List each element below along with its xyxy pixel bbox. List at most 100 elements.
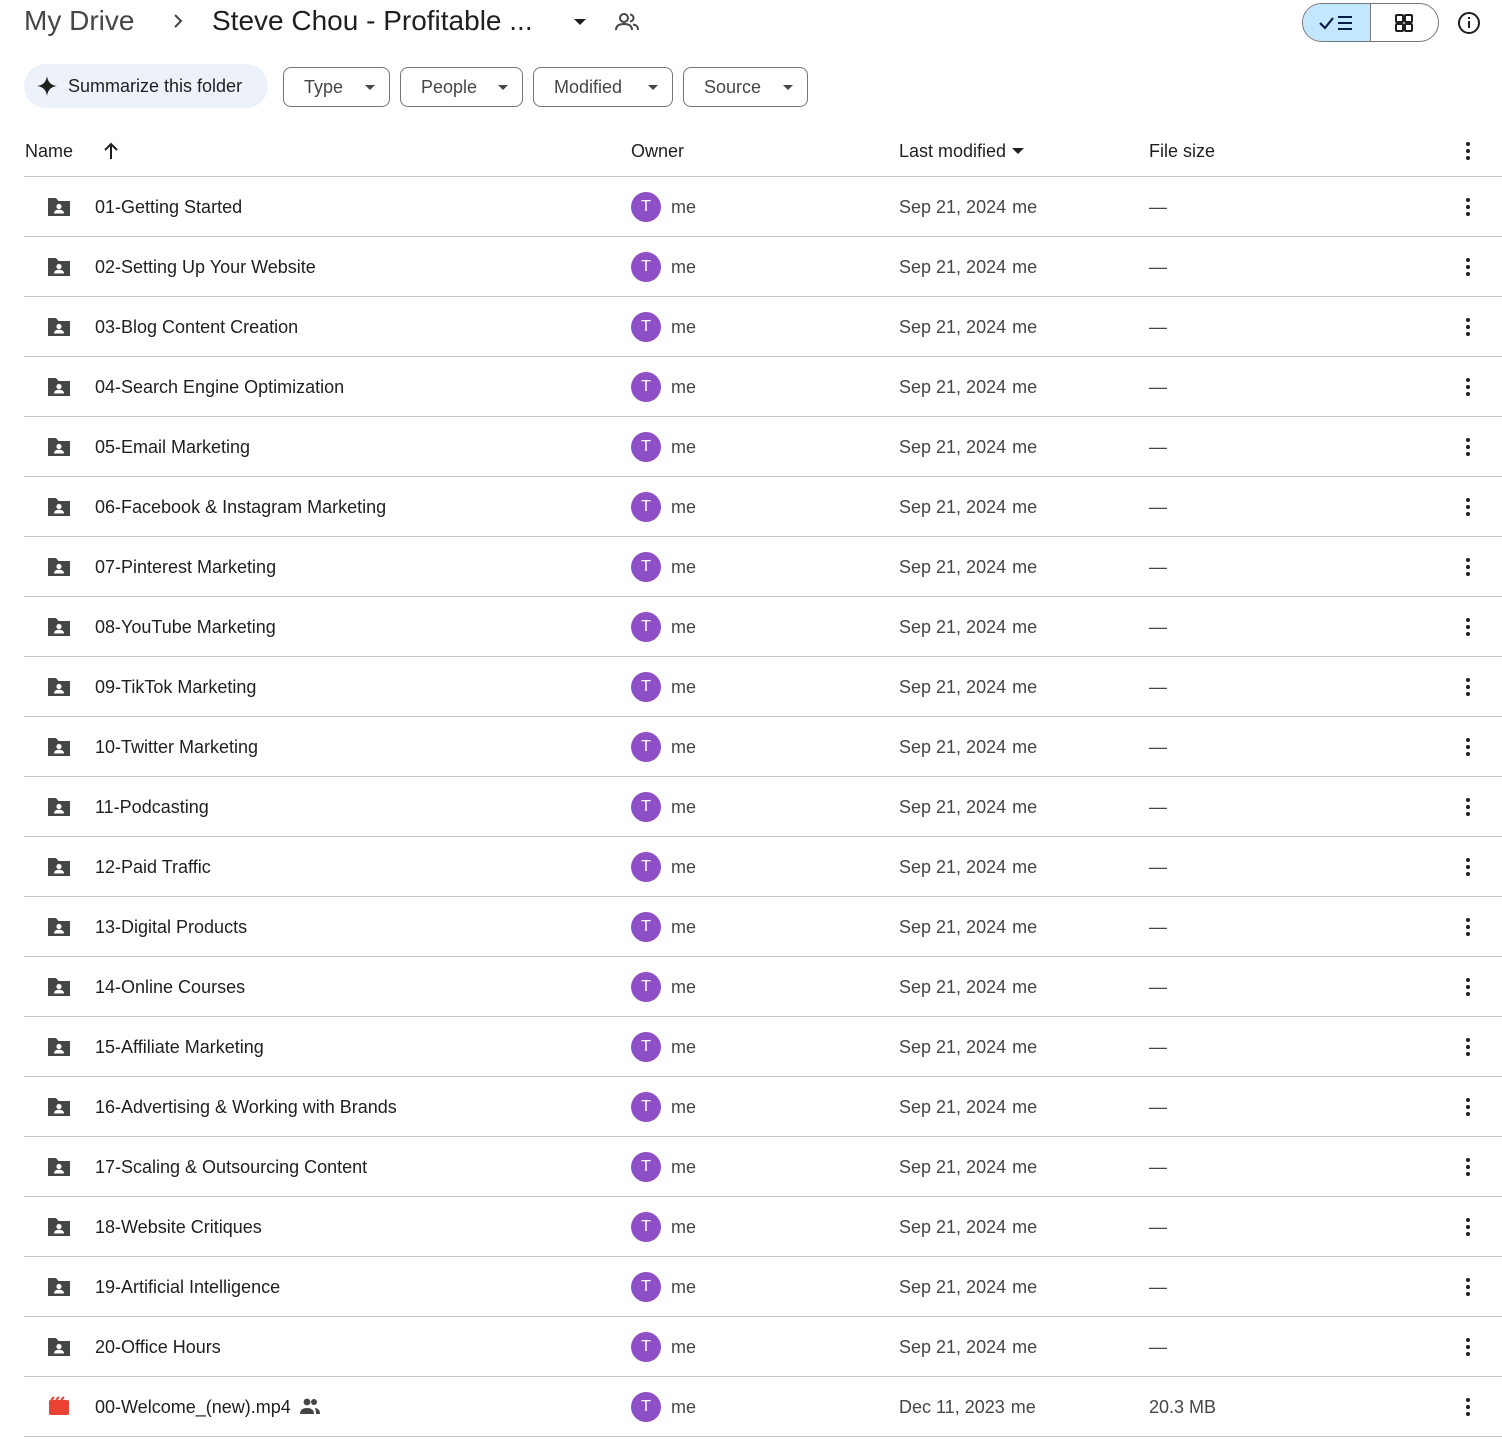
info-icon[interactable] xyxy=(1456,10,1482,36)
modified-by: me xyxy=(1012,797,1038,817)
more-vert-icon[interactable] xyxy=(1456,915,1480,939)
modified-date: Sep 21, 2024 xyxy=(899,1097,1007,1117)
owner-name: me xyxy=(671,377,697,397)
file-name-text: 11-Podcasting xyxy=(95,797,209,817)
modified-by: me xyxy=(1012,557,1038,577)
table-row-5[interactable]: 05-Email Marketing T me Sep 21, 2024 me — xyxy=(24,417,1502,477)
modified-by: me xyxy=(1012,497,1038,517)
more-vert-icon[interactable] xyxy=(1456,735,1480,759)
more-vert-icon[interactable] xyxy=(1456,1155,1480,1179)
file-size: 20.3 MB xyxy=(1149,1397,1217,1417)
grid-view-button[interactable] xyxy=(1371,4,1439,41)
owner-name: me xyxy=(671,1157,697,1177)
more-vert-icon[interactable] xyxy=(1456,495,1480,519)
chevron-right-icon xyxy=(174,14,183,28)
more-vert-icon[interactable] xyxy=(1456,255,1480,279)
file-name: 09-TikTok Marketing xyxy=(95,676,256,698)
table-row-20[interactable]: 20-Office Hours T me Sep 21, 2024 me — xyxy=(24,1317,1502,1377)
table-row-6[interactable]: 06-Facebook & Instagram Marketing T me S… xyxy=(24,477,1502,537)
avatar: T xyxy=(631,252,661,282)
table-row-4[interactable]: 04-Search Engine Optimization T me Sep 2… xyxy=(24,357,1502,417)
avatar: T xyxy=(631,492,661,522)
more-vert-icon[interactable] xyxy=(1456,675,1480,699)
last-modified: Sep 21, 2024 me xyxy=(899,796,1037,818)
sort-down-icon xyxy=(1012,148,1025,154)
table-row-10[interactable]: 10-Twitter Marketing T me Sep 21, 2024 me… xyxy=(24,717,1502,777)
file-name: 02-Setting Up Your Website xyxy=(95,256,316,278)
breadcrumb-current-folder[interactable]: Steve Chou - Profitable ... xyxy=(212,4,533,38)
modified-date: Sep 21, 2024 xyxy=(899,917,1007,937)
table-row-12[interactable]: 12-Paid Traffic T me Sep 21, 2024 me — xyxy=(24,837,1502,897)
table-row-19[interactable]: 19-Artificial Intelligence T me Sep 21, … xyxy=(24,1257,1502,1317)
table-row-18[interactable]: 18-Website Critiques T me Sep 21, 2024 me… xyxy=(24,1197,1502,1257)
table-row-11[interactable]: 11-Podcasting T me Sep 21, 2024 me — xyxy=(24,777,1502,837)
modified-by: me xyxy=(1010,1397,1036,1417)
more-vert-icon[interactable] xyxy=(1456,375,1480,399)
table-row-21[interactable]: 00-Welcome_(new).mp4 T me Dec 11, 2023 me… xyxy=(24,1377,1502,1437)
modified-by: me xyxy=(1012,1097,1038,1117)
breadcrumb-my-drive[interactable]: My Drive xyxy=(24,4,134,38)
shared-folder-icon xyxy=(48,378,70,396)
more-vert-icon[interactable] xyxy=(1456,1395,1480,1419)
shared-people-icon[interactable] xyxy=(614,9,640,35)
table-row-8[interactable]: 08-YouTube Marketing T me Sep 21, 2024 me… xyxy=(24,597,1502,657)
people-filter-chip[interactable]: People xyxy=(400,67,523,107)
more-vert-icon[interactable] xyxy=(1456,315,1480,339)
owner-name: me xyxy=(671,677,697,697)
last-modified: Sep 21, 2024 me xyxy=(899,736,1037,758)
more-vert-icon[interactable] xyxy=(1456,615,1480,639)
file-size: — xyxy=(1149,797,1167,817)
more-vert-icon[interactable] xyxy=(1456,1275,1480,1299)
more-vert-icon[interactable] xyxy=(1456,139,1480,163)
avatar: T xyxy=(631,852,661,882)
table-row-9[interactable]: 09-TikTok Marketing T me Sep 21, 2024 me … xyxy=(24,657,1502,717)
list-view-button[interactable] xyxy=(1303,4,1371,41)
table-row-13[interactable]: 13-Digital Products T me Sep 21, 2024 me … xyxy=(24,897,1502,957)
table-row-7[interactable]: 07-Pinterest Marketing T me Sep 21, 2024… xyxy=(24,537,1502,597)
more-vert-icon[interactable] xyxy=(1456,435,1480,459)
more-vert-icon[interactable] xyxy=(1456,1215,1480,1239)
avatar: T xyxy=(631,1332,661,1362)
table-row-3[interactable]: 03-Blog Content Creation T me Sep 21, 20… xyxy=(24,297,1502,357)
table-row-15[interactable]: 15-Affiliate Marketing T me Sep 21, 2024… xyxy=(24,1017,1502,1077)
column-name[interactable]: Name xyxy=(25,140,73,162)
shared-folder-icon xyxy=(48,978,70,996)
table-row-17[interactable]: 17-Scaling & Outsourcing Content T me Se… xyxy=(24,1137,1502,1197)
table-row-2[interactable]: 02-Setting Up Your Website T me Sep 21, … xyxy=(24,237,1502,297)
summarize-folder-button[interactable]: Summarize this folder xyxy=(24,64,268,108)
modified-filter-chip[interactable]: Modified xyxy=(533,67,673,107)
column-last-modified[interactable]: Last modified xyxy=(899,140,1025,162)
caret-down-icon[interactable] xyxy=(568,10,592,34)
table-row-14[interactable]: 14-Online Courses T me Sep 21, 2024 me — xyxy=(24,957,1502,1017)
modified-filter-label: Modified xyxy=(554,76,623,97)
caret-down-icon xyxy=(783,85,793,90)
avatar: T xyxy=(631,312,661,342)
modified-by: me xyxy=(1012,1157,1038,1177)
more-vert-icon[interactable] xyxy=(1456,195,1480,219)
last-modified: Dec 11, 2023 me xyxy=(899,1396,1036,1418)
modified-by: me xyxy=(1012,1337,1038,1357)
more-vert-icon[interactable] xyxy=(1456,975,1480,999)
file-size: — xyxy=(1149,437,1167,457)
last-modified: Sep 21, 2024 me xyxy=(899,1036,1037,1058)
modified-date: Sep 21, 2024 xyxy=(899,617,1007,637)
more-vert-icon[interactable] xyxy=(1456,555,1480,579)
more-vert-icon[interactable] xyxy=(1456,1035,1480,1059)
more-vert-icon[interactable] xyxy=(1456,1095,1480,1119)
table-row-1[interactable]: 01-Getting Started T me Sep 21, 2024 me — xyxy=(24,177,1502,237)
file-name-text: 07-Pinterest Marketing xyxy=(95,557,277,577)
table-row-16[interactable]: 16-Advertising & Working with Brands T m… xyxy=(24,1077,1502,1137)
more-vert-icon[interactable] xyxy=(1456,795,1480,819)
modified-by: me xyxy=(1012,917,1038,937)
owner-name: me xyxy=(671,797,697,817)
owner-name: me xyxy=(671,1037,697,1057)
modified-date: Sep 21, 2024 xyxy=(899,437,1007,457)
more-vert-icon[interactable] xyxy=(1456,1335,1480,1359)
last-modified: Sep 21, 2024 me xyxy=(899,976,1037,998)
type-filter-chip[interactable]: Type xyxy=(283,67,390,107)
last-modified: Sep 21, 2024 me xyxy=(899,1216,1037,1238)
source-filter-label: Source xyxy=(704,76,762,97)
more-vert-icon[interactable] xyxy=(1456,855,1480,879)
arrow-up-icon[interactable] xyxy=(100,140,122,162)
source-filter-chip[interactable]: Source xyxy=(683,67,808,107)
